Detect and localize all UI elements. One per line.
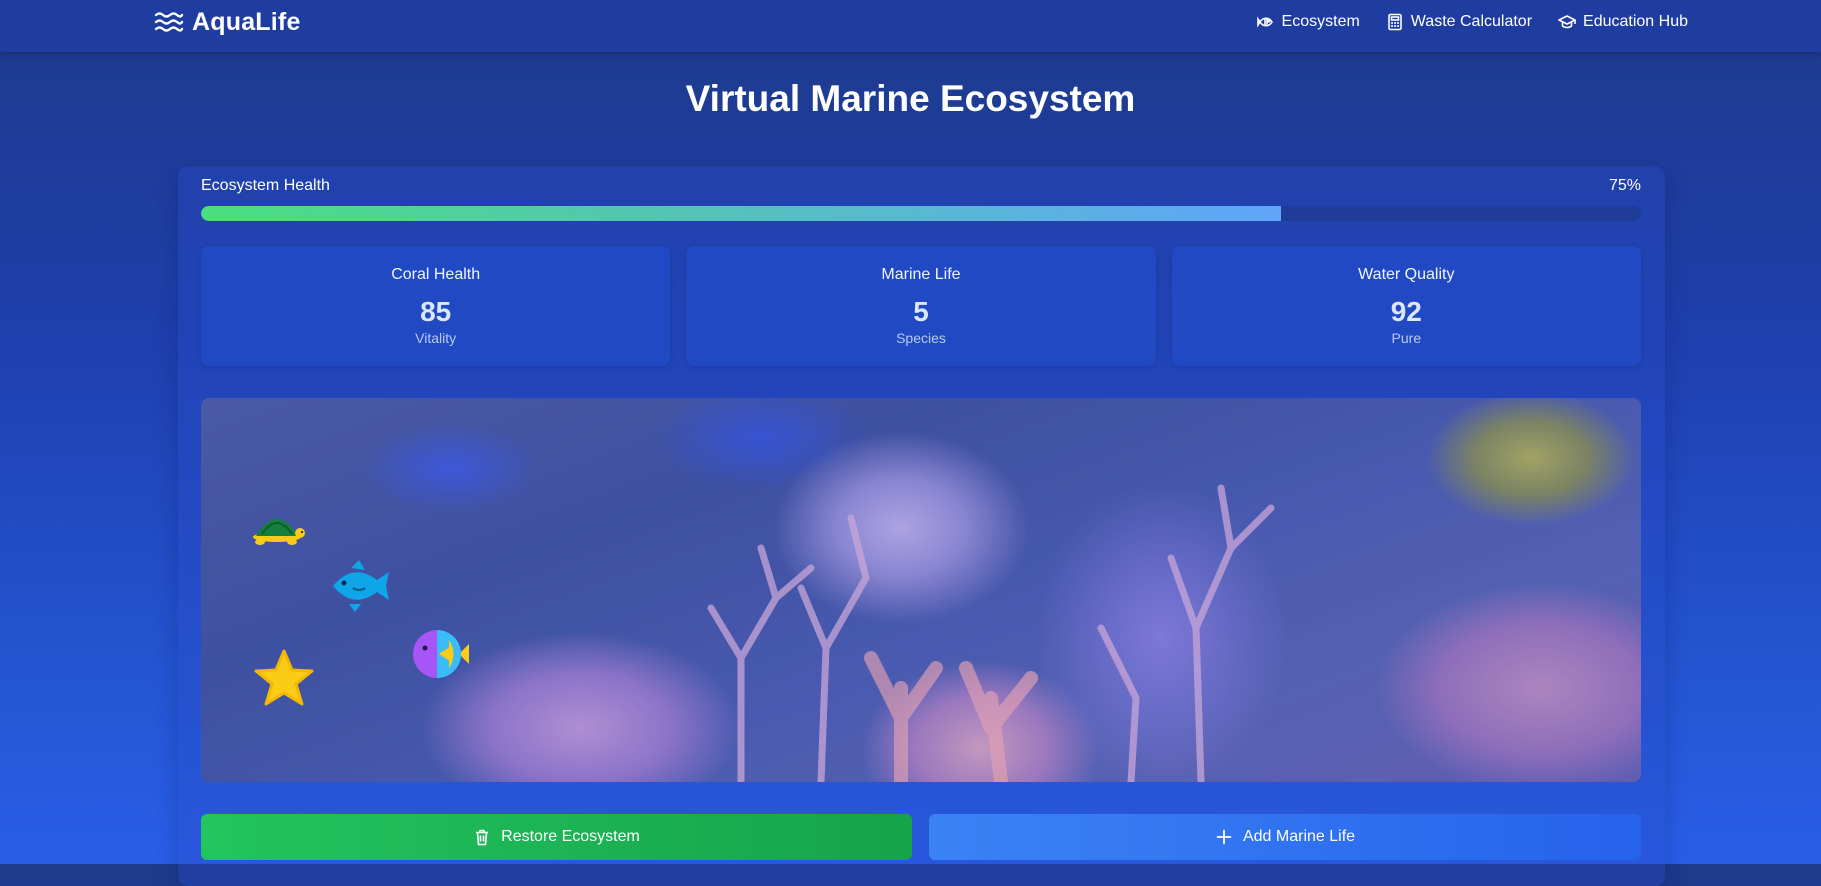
logo[interactable]: AquaLife (154, 8, 301, 37)
logo-text: AquaLife (192, 8, 301, 36)
trash-icon (476, 829, 489, 846)
stat-label: Marine Life (881, 266, 961, 283)
reef-scene[interactable] (201, 398, 1641, 782)
health-label: Ecosystem Health (201, 177, 330, 194)
restore-ecosystem-button[interactable]: Restore Ecosystem (201, 814, 912, 860)
add-button-label: Add Marine Life (1242, 828, 1356, 845)
health-progress-fill (201, 206, 1281, 221)
nav-link-label: Education Hub (1583, 13, 1688, 30)
stat-value: 85 (420, 296, 452, 327)
stat-value: 92 (1390, 296, 1422, 327)
top-navbar: AquaLife Ecosystem Waste Calculator Educ… (0, 0, 1821, 52)
stat-label: Water Quality (1358, 266, 1455, 283)
stat-card-water-quality: Water Quality 92 Pure (1171, 246, 1641, 366)
stat-unit: Pure (1391, 330, 1422, 346)
nav-link-ecosystem[interactable]: Ecosystem (1256, 13, 1360, 31)
health-header: Ecosystem Health 75% (201, 177, 1641, 195)
nav-link-label: Ecosystem (1281, 13, 1360, 30)
stat-card-coral-health: Coral Health 85 Vitality (201, 246, 671, 366)
stat-label: Coral Health (391, 266, 481, 283)
restore-button-label: Restore Ecosystem (501, 828, 640, 845)
stat-unit: Vitality (415, 330, 457, 346)
page-title: Virtual Marine Ecosystem (685, 78, 1136, 119)
calculator-icon (1387, 13, 1402, 31)
graduation-cap-icon (1558, 15, 1576, 29)
nav-link-education-hub[interactable]: Education Hub (1558, 13, 1688, 31)
health-percent: 75% (1608, 177, 1641, 194)
nav-link-label: Waste Calculator (1410, 13, 1533, 30)
nav-links: Ecosystem Waste Calculator Education Hub (1256, 13, 1688, 31)
nav-link-waste-calculator[interactable]: Waste Calculator (1386, 13, 1532, 31)
stat-value: 5 (913, 296, 929, 327)
tropical-fish-icon[interactable] (409, 626, 471, 682)
health-progress-bar (201, 206, 1641, 221)
plus-icon (1216, 829, 1232, 845)
add-marine-life-button[interactable]: Add Marine Life (929, 814, 1641, 860)
turtle-icon[interactable] (248, 506, 306, 546)
starfish-icon[interactable] (253, 648, 315, 708)
fish-icon[interactable] (327, 558, 393, 614)
stat-card-marine-life: Marine Life 5 Species (686, 246, 1156, 366)
fish-icon (1256, 16, 1273, 28)
reef-background (707, 484, 1275, 782)
stat-unit: Species (896, 330, 946, 346)
stats-row: Coral Health 85 Vitality Marine Life 5 S… (201, 246, 1641, 366)
waves-icon (154, 11, 184, 32)
